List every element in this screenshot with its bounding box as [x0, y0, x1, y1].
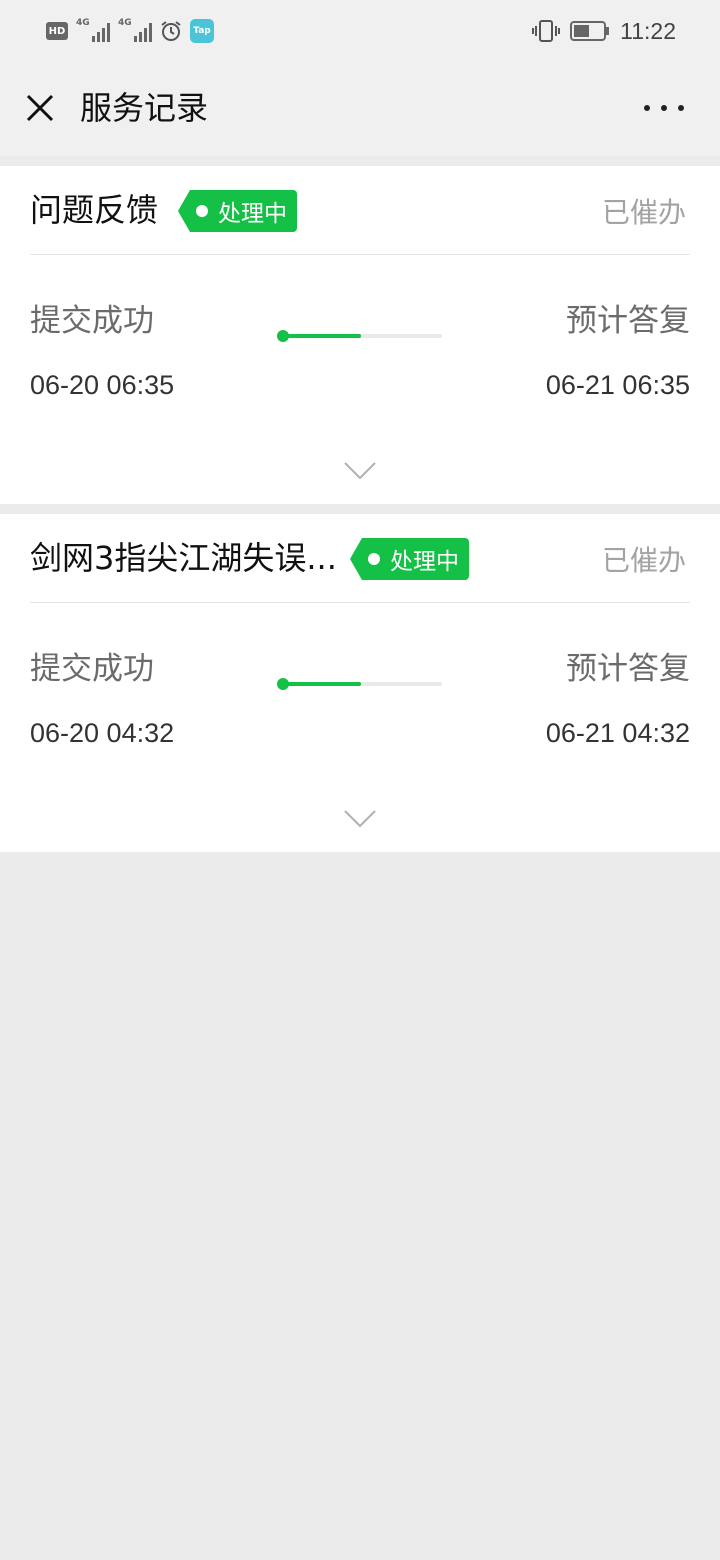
progress-bar — [277, 678, 442, 690]
expand-button[interactable] — [340, 806, 380, 832]
reply-step-label: 预计答复 — [566, 303, 690, 339]
progress-bar — [277, 330, 442, 342]
more-icon — [644, 105, 650, 111]
record-header: 剑网3指尖江湖失误... 处理中 — [30, 514, 690, 603]
vibrate-icon — [532, 20, 561, 42]
urge-button[interactable]: 已催办 — [602, 542, 686, 580]
battery-icon — [570, 21, 610, 41]
submit-step-label: 提交成功 — [30, 651, 154, 687]
reply-time: 06-21 04:32 — [545, 718, 690, 748]
network-type: 4G — [76, 18, 90, 28]
status-badge: 处理中 — [178, 190, 297, 232]
progress-start-dot — [277, 330, 289, 342]
signal-icon: 4G — [76, 18, 110, 42]
chevron-down-icon — [344, 462, 376, 480]
hd-icon: HD — [46, 22, 68, 40]
progress-fill — [280, 682, 361, 686]
status-badge-label: 处理中 — [390, 549, 459, 575]
close-icon — [26, 94, 54, 122]
signal-icon: 4G — [118, 18, 152, 42]
chevron-down-icon — [344, 810, 376, 828]
submit-step-label: 提交成功 — [30, 303, 154, 339]
tap-app-icon: Tap — [190, 19, 214, 43]
status-icons-left: HD 4G 4G Tap — [46, 18, 214, 44]
status-bar: HD 4G 4G Tap 11:22 — [0, 0, 720, 60]
submit-time: 06-20 06:35 — [30, 370, 175, 400]
service-record-card[interactable]: 问题反馈 处理中 已催办 提交成功 预计答复 06-20 06:35 06-21… — [0, 166, 720, 504]
nav-bar: 服务记录 — [0, 60, 720, 156]
status-badge-label: 处理中 — [218, 201, 287, 227]
reply-step-label: 预计答复 — [566, 651, 690, 687]
clock: 11:22 — [620, 17, 676, 44]
tag-dot-icon — [368, 553, 380, 565]
record-title: 问题反馈 — [30, 191, 159, 229]
expand-button[interactable] — [340, 458, 380, 484]
alarm-icon — [161, 21, 181, 41]
status-badge: 处理中 — [350, 538, 469, 580]
record-header: 问题反馈 处理中 — [30, 166, 690, 255]
network-type: 4G — [118, 18, 132, 28]
reply-time: 06-21 06:35 — [545, 370, 690, 400]
more-button[interactable] — [644, 96, 684, 120]
status-icons-right: 11:22 — [532, 16, 676, 46]
record-title: 剑网3指尖江湖失误... — [30, 539, 337, 577]
progress-start-dot — [277, 678, 289, 690]
page-title: 服务记录 — [80, 89, 209, 127]
submit-time: 06-20 04:32 — [30, 718, 175, 748]
tag-dot-icon — [196, 205, 208, 217]
progress-fill — [280, 334, 361, 338]
urge-button[interactable]: 已催办 — [602, 194, 686, 232]
service-record-card[interactable]: 剑网3指尖江湖失误... 处理中 已催办 提交成功 预计答复 06-20 04:… — [0, 514, 720, 852]
close-button[interactable] — [20, 88, 60, 128]
